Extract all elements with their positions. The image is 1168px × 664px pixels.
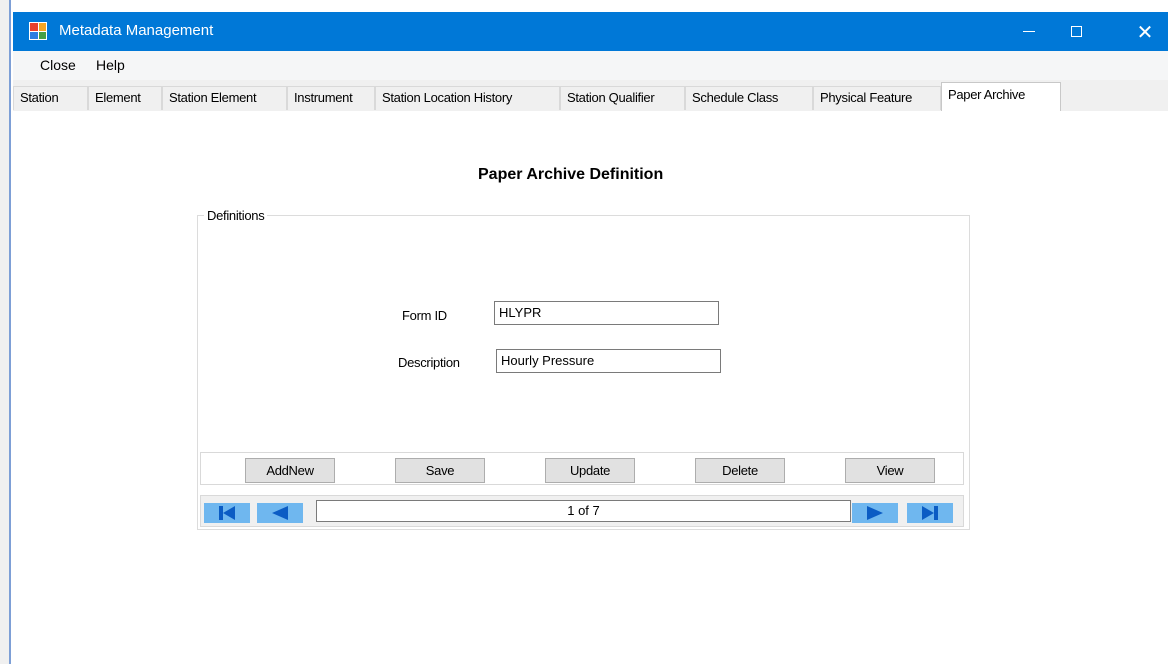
last-record-icon (922, 506, 938, 520)
left-window-edge (0, 0, 11, 664)
definitions-group-label: Definitions (204, 208, 268, 223)
first-record-button[interactable] (204, 503, 250, 523)
menu-bar: Close Help (13, 51, 1168, 80)
view-button[interactable]: View (845, 458, 935, 483)
tab-station-location-history[interactable]: Station Location History (375, 86, 560, 110)
tab-physical-feature[interactable]: Physical Feature (813, 86, 941, 110)
menu-close[interactable]: Close (40, 57, 76, 73)
menu-help[interactable]: Help (96, 57, 125, 73)
minimize-button[interactable] (1006, 12, 1052, 51)
tab-strip: Station Element Station Element Instrume… (13, 80, 1168, 111)
next-record-button[interactable] (852, 503, 898, 523)
previous-record-icon (272, 506, 288, 520)
first-record-icon (219, 506, 235, 520)
tab-station-element[interactable]: Station Element (162, 86, 287, 110)
tab-schedule-class[interactable]: Schedule Class (685, 86, 813, 110)
update-button[interactable]: Update (545, 458, 635, 483)
title-bar[interactable]: Metadata Management ✕ (13, 12, 1168, 51)
action-button-panel: AddNew Save Update Delete View (200, 452, 964, 485)
previous-record-button[interactable] (257, 503, 303, 523)
tab-station[interactable]: Station (13, 86, 88, 110)
tab-element[interactable]: Element (88, 86, 162, 110)
delete-button[interactable]: Delete (695, 458, 785, 483)
last-record-button[interactable] (907, 503, 953, 523)
form-id-field[interactable]: HLYPR (494, 301, 719, 325)
description-field[interactable]: Hourly Pressure (496, 349, 721, 373)
app-icon (29, 22, 47, 40)
tab-instrument[interactable]: Instrument (287, 86, 375, 110)
record-navigator: 1 of 7 (200, 495, 964, 527)
tab-paper-archive[interactable]: Paper Archive (941, 82, 1061, 111)
description-label: Description (398, 355, 460, 370)
save-button[interactable]: Save (395, 458, 485, 483)
minimize-icon (1023, 31, 1035, 32)
page-title: Paper Archive Definition (478, 166, 664, 183)
record-position: 1 of 7 (316, 500, 851, 522)
close-window-button[interactable]: ✕ (1122, 12, 1168, 51)
maximize-icon (1070, 26, 1082, 37)
next-record-icon (867, 506, 883, 520)
tab-station-qualifier[interactable]: Station Qualifier (560, 86, 685, 110)
close-icon: ✕ (1136, 19, 1154, 44)
window-title: Metadata Management (59, 22, 214, 39)
maximize-button[interactable] (1053, 12, 1099, 51)
form-id-label: Form ID (402, 308, 447, 323)
add-new-button[interactable]: AddNew (245, 458, 335, 483)
